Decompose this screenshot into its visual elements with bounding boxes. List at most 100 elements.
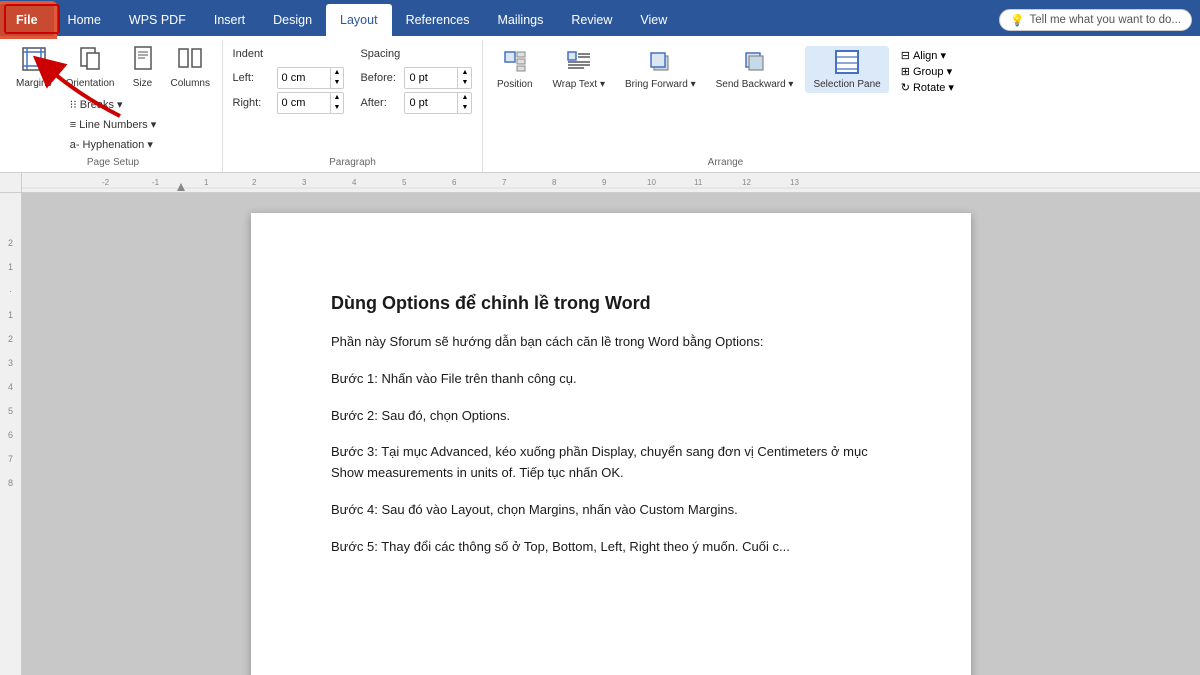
indent-left-down[interactable]: ▼ <box>331 78 344 88</box>
breaks-button[interactable]: ⁝⁝ Breaks ▾ <box>65 96 128 113</box>
send-backward-label: Send Backward ▾ <box>716 79 794 90</box>
rotate-button[interactable]: ↻ Rotate ▾ <box>897 80 958 95</box>
spacing-before-field[interactable] <box>405 71 457 85</box>
bring-forward-icon <box>647 49 673 78</box>
spacing-after-row: After: ▲ ▼ <box>360 92 472 114</box>
horizontal-ruler: -2 -1 1 2 3 4 5 6 7 8 9 10 11 12 13 <box>22 173 1200 193</box>
page-setup-buttons: Margins Orientation <box>10 42 216 92</box>
spacing-before-input[interactable]: ▲ ▼ <box>404 67 472 89</box>
spacing-after-field[interactable] <box>405 96 457 110</box>
indent-right-down[interactable]: ▼ <box>331 103 344 113</box>
spacing-before-down[interactable]: ▼ <box>458 78 471 88</box>
size-button[interactable]: Size <box>123 42 163 92</box>
document-page: Dùng Options để chỉnh lề trong Word Phần… <box>251 213 971 675</box>
align-icon: ⊟ <box>901 49 910 62</box>
svg-text:5: 5 <box>402 178 407 187</box>
group-icon: ⊞ <box>901 65 910 78</box>
page-setup-group: Margins Orientation <box>4 40 223 172</box>
align-button[interactable]: ⊟ Align ▾ <box>897 48 958 63</box>
align-group-stack: ⊟ Align ▾ ⊞ Group ▾ ↻ Rotate ▾ <box>893 46 962 97</box>
tab-insert[interactable]: Insert <box>200 4 259 36</box>
columns-icon <box>176 45 204 77</box>
bring-forward-button[interactable]: Bring Forward ▾ <box>617 46 704 93</box>
tab-references[interactable]: References <box>392 4 484 36</box>
svg-text:4: 4 <box>352 178 357 187</box>
selection-pane-label: Selection Pane <box>813 79 880 90</box>
margins-icon <box>20 45 48 77</box>
margins-button[interactable]: Margins <box>10 42 58 92</box>
wrap-text-button[interactable]: Wrap Text ▾ <box>545 46 613 93</box>
page-setup-label: Page Setup <box>87 153 139 170</box>
svg-text:13: 13 <box>790 178 799 187</box>
arrange-label: Arrange <box>708 153 744 170</box>
document-canvas: Dùng Options để chỉnh lề trong Word Phần… <box>22 193 1200 675</box>
indent-label: Indent <box>233 48 345 60</box>
spacing-label: Spacing <box>360 48 472 60</box>
vertical-ruler: 2 1 · 1 2 3 4 5 6 7 8 <box>0 193 22 675</box>
spacing-after-down[interactable]: ▼ <box>458 103 471 113</box>
svg-text:6: 6 <box>452 178 457 187</box>
indent-left-up[interactable]: ▲ <box>331 68 344 78</box>
hyphenation-button[interactable]: a- Hyphenation ▾ <box>65 136 158 153</box>
indent-right-input[interactable]: ▲ ▼ <box>277 92 345 114</box>
svg-text:12: 12 <box>742 178 751 187</box>
indent-left-label: Left: <box>233 72 273 84</box>
tab-bar: File Home WPS PDF Insert Design Layout R… <box>0 0 1200 36</box>
doc-para-1: Bước 1: Nhấn vào File trên thanh công cụ… <box>331 369 891 390</box>
corner-ruler <box>0 173 22 193</box>
svg-text:7: 7 <box>502 178 507 187</box>
spacing-before-row: Before: ▲ ▼ <box>360 67 472 89</box>
paragraph-label: Paragraph <box>329 153 376 170</box>
tell-me-bar[interactable]: 💡 Tell me what you want to do... <box>999 9 1192 31</box>
document-title: Dùng Options để chỉnh lề trong Word <box>331 293 891 314</box>
indent-right-label: Right: <box>233 97 273 109</box>
tab-design[interactable]: Design <box>259 4 326 36</box>
indent-left-field[interactable] <box>278 71 330 85</box>
columns-button[interactable]: Columns <box>165 42 216 92</box>
spacing-before-label: Before: <box>360 72 400 84</box>
svg-text:10: 10 <box>647 178 656 187</box>
position-button[interactable]: Position <box>489 46 541 93</box>
position-icon <box>502 49 528 78</box>
rotate-icon: ↻ <box>901 81 910 94</box>
hyphenation-icon: a- <box>70 139 80 151</box>
svg-text:-1: -1 <box>152 178 160 187</box>
paragraph-group: Indent Left: ▲ ▼ Right: <box>223 40 483 172</box>
tab-file[interactable]: File <box>0 4 54 36</box>
doc-para-4: Bước 4: Sau đó vào Layout, chọn Margins,… <box>331 500 891 521</box>
orientation-button[interactable]: Orientation <box>60 42 121 92</box>
spacing-after-up[interactable]: ▲ <box>458 93 471 103</box>
wrap-text-label: Wrap Text ▾ <box>553 79 605 90</box>
columns-label: Columns <box>171 78 210 89</box>
selection-pane-button[interactable]: Selection Pane <box>805 46 888 93</box>
indent-left-row: Left: ▲ ▼ <box>233 67 345 89</box>
doc-para-0: Phần này Sforum sẽ hướng dẫn bạn cách că… <box>331 332 891 353</box>
tab-layout[interactable]: Layout <box>326 4 392 36</box>
tab-home[interactable]: Home <box>54 4 115 36</box>
tab-mailings[interactable]: Mailings <box>484 4 558 36</box>
spacing-before-up[interactable]: ▲ <box>458 68 471 78</box>
indent-right-up[interactable]: ▲ <box>331 93 344 103</box>
svg-text:-2: -2 <box>102 178 110 187</box>
line-numbers-button[interactable]: ≡ Line Numbers ▾ <box>65 116 161 133</box>
svg-text:11: 11 <box>694 178 703 187</box>
breaks-label: Breaks ▾ <box>80 98 123 111</box>
tell-me-text: Tell me what you want to do... <box>1030 14 1182 26</box>
tab-view[interactable]: View <box>626 4 681 36</box>
spacing-after-input[interactable]: ▲ ▼ <box>404 92 472 114</box>
send-backward-icon <box>742 49 768 78</box>
margins-label: Margins <box>16 78 52 89</box>
tab-wps-pdf[interactable]: WPS PDF <box>115 4 200 36</box>
send-backward-button[interactable]: Send Backward ▾ <box>708 46 802 93</box>
size-label: Size <box>133 78 152 89</box>
arrange-group: Position Wrap Text ▾ <box>483 40 968 172</box>
spacing-group: Spacing Before: ▲ ▼ After: <box>360 48 472 153</box>
orientation-label: Orientation <box>66 78 115 89</box>
indent-right-field[interactable] <box>278 96 330 110</box>
position-label: Position <box>497 79 533 90</box>
align-label: Align ▾ <box>913 49 946 62</box>
tab-review[interactable]: Review <box>557 4 626 36</box>
group-button[interactable]: ⊞ Group ▾ <box>897 64 958 79</box>
bring-forward-label: Bring Forward ▾ <box>625 79 696 90</box>
indent-left-input[interactable]: ▲ ▼ <box>277 67 345 89</box>
